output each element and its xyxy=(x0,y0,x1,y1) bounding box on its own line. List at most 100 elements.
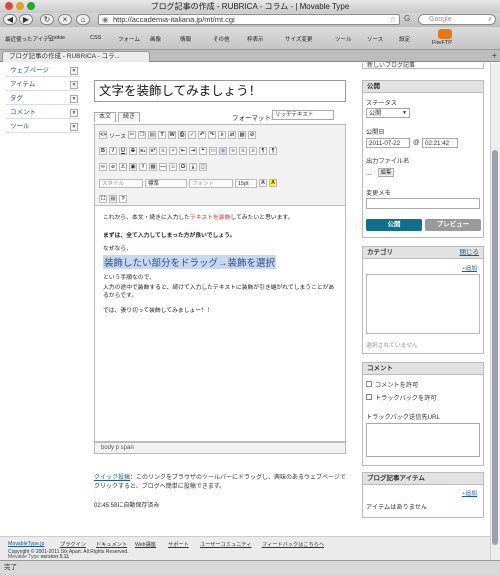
tab-body[interactable]: 本文 xyxy=(94,112,116,122)
change-note-input[interactable] xyxy=(366,198,480,209)
source-label[interactable]: ソース xyxy=(109,131,126,140)
select-all-icon[interactable]: ▦ xyxy=(238,131,247,139)
sidebar-item-comments[interactable]: コメント ▼ xyxy=(6,107,80,119)
fireftp-icon[interactable] xyxy=(438,29,452,39)
rtl-icon[interactable]: ¶ xyxy=(269,147,277,155)
smiley-icon[interactable]: ☺ xyxy=(169,163,177,171)
new-tab-icon[interactable]: + xyxy=(492,51,497,60)
outdent-icon[interactable]: ⇤ xyxy=(179,147,187,155)
footer-link[interactable]: フィードバックはこちらへ xyxy=(262,541,324,548)
tab-extended[interactable]: 続き xyxy=(118,112,140,122)
blockquote-icon[interactable]: ❝ xyxy=(199,147,207,155)
entry-title-input[interactable]: 文字を装飾してみましょう！ xyxy=(94,80,346,102)
ltr-icon[interactable]: ¶ xyxy=(259,147,267,155)
chevron-down-icon[interactable]: ▼ xyxy=(70,67,78,75)
bookmark-item[interactable]: 設定 xyxy=(399,35,410,43)
footer-link[interactable]: MovableType.jp xyxy=(8,541,44,547)
help-icon[interactable]: ? xyxy=(119,195,127,203)
trackback-url-input[interactable] xyxy=(366,423,480,457)
close-window-button[interactable] xyxy=(5,2,13,10)
google-logo-icon[interactable]: G xyxy=(404,14,416,25)
time-input[interactable]: 02:21:42 xyxy=(422,138,458,148)
div-icon[interactable]: ▭ xyxy=(209,147,217,155)
back-button[interactable]: ◀ xyxy=(3,14,17,25)
bold-icon[interactable]: B xyxy=(99,147,107,155)
category-list[interactable] xyxy=(366,274,480,334)
bookmark-item[interactable]: ツール xyxy=(335,35,352,43)
chevron-down-icon[interactable]: ▼ xyxy=(70,109,78,117)
text-color-icon[interactable]: A xyxy=(259,179,267,187)
reload-button[interactable]: ↻ xyxy=(40,14,54,25)
page-break-icon[interactable]: ⤓ xyxy=(189,163,197,171)
date-input[interactable]: 2011-07-22 xyxy=(366,138,410,148)
paste-icon[interactable]: ▤ xyxy=(148,131,157,139)
bookmark-star-icon[interactable]: ☆ xyxy=(389,15,396,25)
search-input[interactable]: Google ⌕ xyxy=(418,14,496,25)
forward-button[interactable]: ▶ xyxy=(19,14,33,25)
spellcheck-icon[interactable]: ✓ xyxy=(188,131,197,139)
preview-button[interactable]: プレビュー xyxy=(425,219,481,231)
bookmark-item[interactable]: その他 xyxy=(213,35,230,43)
align-center-icon[interactable]: ≡ xyxy=(229,147,237,155)
add-category-link[interactable]: +追加 xyxy=(462,263,477,272)
footer-link[interactable]: ユーザーコミュニティ xyxy=(200,541,251,548)
paste-word-icon[interactable]: W xyxy=(168,131,177,139)
home-button[interactable]: ⌂ xyxy=(76,14,90,25)
editor-body[interactable]: これから、本文・続きに入力したテキストを装飾してみたいと思います。 まずは、全て… xyxy=(94,206,346,442)
source-icon[interactable]: <> xyxy=(99,131,107,139)
indent-icon[interactable]: ⇥ xyxy=(189,147,197,155)
remove-format-icon[interactable]: ⊘ xyxy=(248,131,257,139)
print-icon[interactable]: ⎙ xyxy=(178,131,187,139)
chevron-down-icon[interactable]: ▼ xyxy=(70,95,78,103)
add-asset-link[interactable]: +追加 xyxy=(462,488,477,497)
bookmark-item[interactable]: フォーム xyxy=(118,35,140,43)
format-select[interactable]: リッチテキスト xyxy=(272,110,334,120)
quickpost-link[interactable]: クイック投稿 xyxy=(94,475,130,481)
bookmark-item[interactable]: ソース xyxy=(367,35,383,43)
anchor-icon[interactable]: ⚓ xyxy=(119,163,127,171)
numbered-list-icon[interactable]: ≡ xyxy=(159,147,167,155)
zoom-window-button[interactable] xyxy=(27,2,35,10)
sidebar-item-tags[interactable]: タグ ▼ xyxy=(6,93,80,105)
allow-trackbacks-checkbox[interactable] xyxy=(366,394,372,400)
horizontal-rule-icon[interactable]: ― xyxy=(159,163,167,171)
bookmark-item[interactable]: サイズ変更 xyxy=(285,35,312,43)
subscript-icon[interactable]: x₂ xyxy=(139,147,147,155)
show-blocks-icon[interactable]: ▤ xyxy=(109,195,117,203)
footer-link[interactable]: プラグイン xyxy=(60,541,86,548)
publish-button[interactable]: 公開 xyxy=(366,219,422,231)
stop-button[interactable]: × xyxy=(58,14,72,25)
find-icon[interactable]: ⌕ xyxy=(218,131,227,139)
style-select[interactable]: スタイル xyxy=(99,178,143,188)
insert-link-icon[interactable]: ∞ xyxy=(99,163,107,171)
sidebar-item-assets[interactable]: アイテム ▼ xyxy=(6,79,80,91)
replace-icon[interactable]: ⇄ xyxy=(228,131,237,139)
recent-entries-link[interactable]: 新しいブログ記事 xyxy=(367,60,415,69)
close-category-link[interactable]: 閉じる xyxy=(460,247,480,259)
bullet-list-icon[interactable]: • xyxy=(169,147,177,155)
browser-tab[interactable]: ブログ記事の作成 - RUBRICA - コラ... xyxy=(2,51,150,62)
sidebar-item-tools[interactable]: ツール ▼ xyxy=(6,121,80,133)
align-right-icon[interactable]: ≡ xyxy=(239,147,247,155)
bookmark-item[interactable]: 最近使ったアイテム xyxy=(5,35,54,43)
italic-icon[interactable]: I xyxy=(109,147,117,155)
background-color-icon[interactable]: A xyxy=(269,179,277,187)
redo-icon[interactable]: ↷ xyxy=(208,131,217,139)
footer-link[interactable]: サポート xyxy=(168,541,189,548)
footer-link[interactable]: ドキュメント xyxy=(96,541,127,548)
iframe-icon[interactable]: ◫ xyxy=(199,163,207,171)
bookmark-item[interactable]: 画像 xyxy=(150,35,161,43)
underline-icon[interactable]: U xyxy=(119,147,127,155)
chevron-down-icon[interactable]: ▼ xyxy=(70,123,78,131)
unlink-icon[interactable]: ⌀ xyxy=(109,163,117,171)
table-icon[interactable]: ▦ xyxy=(149,163,157,171)
chevron-down-icon[interactable]: ▼ xyxy=(70,81,78,89)
url-field[interactable]: ◉ http://accademia-italiana.jp/mt/mt.cgi… xyxy=(98,14,400,25)
status-select[interactable]: 公開 ▼ xyxy=(366,108,410,118)
bookmark-item[interactable]: FireFTP xyxy=(432,40,452,46)
maximize-icon[interactable]: ⛶ xyxy=(99,195,107,203)
undo-icon[interactable]: ↶ xyxy=(198,131,207,139)
special-char-icon[interactable]: Ω xyxy=(179,163,187,171)
strikethrough-icon[interactable]: S xyxy=(129,147,137,155)
minimize-window-button[interactable] xyxy=(16,2,24,10)
